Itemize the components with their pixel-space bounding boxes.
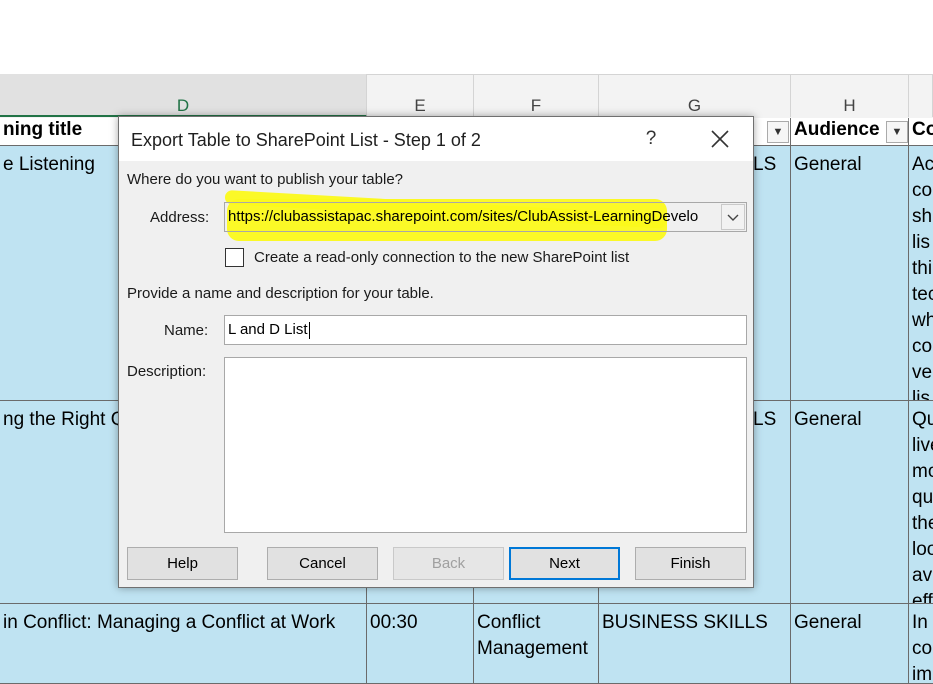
table-cell-topic[interactable]: Conflict Management [474, 604, 599, 684]
table-cell-audience[interactable]: General [791, 604, 909, 684]
cell-line: qu [912, 487, 933, 508]
cell-line: eff [912, 591, 933, 604]
back-button[interactable]: Back [393, 547, 504, 580]
next-button[interactable]: Next [509, 547, 620, 580]
table-cell-duration[interactable]: 00:30 [367, 604, 474, 684]
table-cell-audience[interactable]: General [791, 146, 909, 401]
close-icon[interactable] [708, 127, 732, 151]
cell-line: sh [912, 206, 933, 227]
address-dropdown-button[interactable] [721, 204, 745, 230]
table-header-partial[interactable]: Co [909, 118, 933, 146]
help-question-icon[interactable]: ? [641, 128, 661, 150]
finish-button[interactable]: Finish [635, 547, 746, 580]
help-button[interactable]: Help [127, 547, 238, 580]
name-input[interactable]: L and D List [224, 315, 747, 345]
cell-line: co [912, 180, 933, 201]
readonly-connection-label[interactable]: Create a read-only connection to the new… [254, 249, 629, 266]
chevron-down-icon [727, 214, 739, 221]
name-label: Name: [164, 322, 209, 339]
dialog-titlebar[interactable]: Export Table to SharePoint List - Step 1… [119, 117, 753, 161]
table-cell-description[interactable]: Qu live mo qu the loo av eff [909, 401, 933, 604]
address-value: https://clubassistapac.sharepoint.com/si… [228, 208, 699, 225]
column-header-g[interactable]: G [599, 74, 791, 117]
cell-line: lis [912, 388, 930, 401]
export-sharepoint-dialog: Export Table to SharePoint List - Step 1… [118, 116, 754, 588]
cell-line: lis [912, 232, 930, 253]
name-value-text: L and D List [228, 321, 308, 338]
column-header-i[interactable] [909, 74, 933, 117]
cell-line: Ac [912, 154, 933, 175]
table-cell-description[interactable]: In co im [909, 604, 933, 684]
cell-line: ve [912, 362, 933, 383]
name-value: L and D List [228, 321, 310, 339]
cell-line: Qu [912, 409, 933, 430]
table-cell-audience[interactable]: General [791, 401, 909, 604]
table-cell-title[interactable]: in Conflict: Managing a Conflict at Work [0, 604, 367, 684]
text-cursor [308, 321, 310, 339]
cell-text: LS [753, 409, 777, 430]
name-description-prompt: Provide a name and description for your … [127, 285, 434, 302]
cell-line: the [912, 513, 933, 534]
cell-text: LS [753, 154, 777, 175]
filter-dropdown-icon[interactable]: ▼ [767, 121, 789, 143]
cell-line: co [912, 336, 933, 357]
cancel-button[interactable]: Cancel [267, 547, 378, 580]
cell-line: av [912, 565, 933, 586]
publish-prompt: Where do you want to publish your table? [127, 171, 403, 188]
readonly-connection-checkbox[interactable] [225, 248, 244, 267]
description-label: Description: [127, 363, 207, 380]
ribbon-blank-area [0, 0, 933, 74]
table-cell-category[interactable]: BUSINESS SKILLS [599, 604, 791, 684]
cell-line: live [912, 435, 933, 456]
cell-line: thi [912, 258, 933, 279]
filter-dropdown-icon[interactable]: ▼ [886, 121, 908, 143]
cell-line: In [912, 612, 928, 633]
table-cell-description[interactable]: Ac co sh lis thi tec wh co ve lis [909, 146, 933, 401]
cell-line: loo [912, 539, 933, 560]
cell-line: co [912, 638, 933, 659]
dialog-title: Export Table to SharePoint List - Step 1… [131, 130, 481, 150]
column-header-h[interactable]: H [791, 74, 909, 117]
cell-line: mo [912, 461, 933, 482]
cell-line: im [912, 664, 933, 684]
column-header-f[interactable]: F [474, 74, 599, 117]
address-combobox[interactable]: https://clubassistapac.sharepoint.com/si… [224, 202, 747, 232]
cell-line: tec [912, 284, 933, 305]
column-header-d[interactable]: D [0, 74, 367, 117]
address-label: Address: [150, 209, 210, 226]
description-textarea[interactable] [224, 357, 747, 533]
cell-line: wh [912, 310, 933, 331]
column-header-e[interactable]: E [367, 74, 474, 117]
